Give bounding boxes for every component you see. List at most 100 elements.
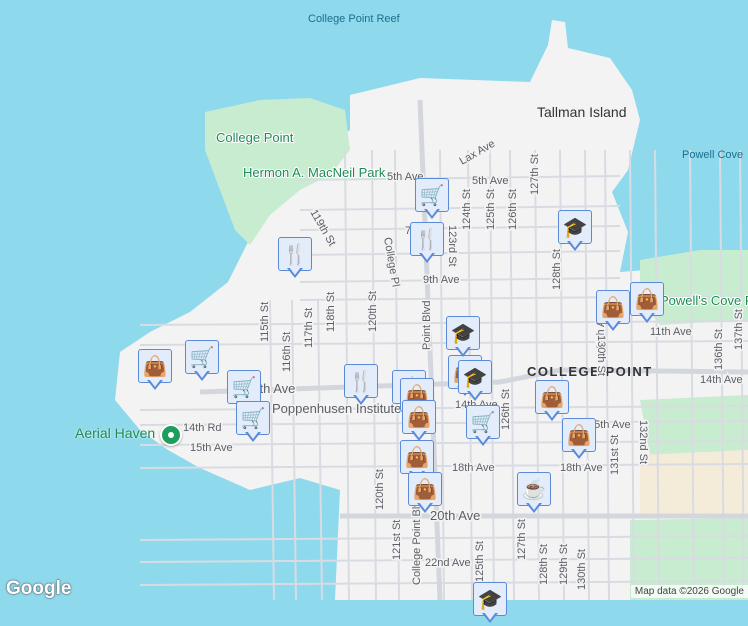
- street-label: 137th St: [733, 309, 745, 350]
- street-label: 117th St: [303, 308, 315, 348]
- marker-pointer: [571, 448, 587, 459]
- street-label: 9th Ave: [423, 274, 460, 286]
- marker-pointer: [147, 379, 163, 390]
- shopping-icon: 👜: [138, 349, 172, 383]
- street-label: 131st St: [609, 435, 621, 475]
- park-label: Hermon A. MacNeil Park: [243, 165, 386, 180]
- marker-pointer: [544, 410, 560, 421]
- marker-pointer: [482, 612, 498, 623]
- water-label: Powell Cove: [682, 149, 743, 161]
- street-label: 120th St: [374, 469, 386, 510]
- cart-marker[interactable]: 🛒: [466, 405, 502, 449]
- street-label: Point Blvd: [421, 300, 433, 350]
- water-label: College Point Reef: [308, 13, 401, 25]
- marker-pointer: [639, 312, 655, 323]
- street-label: 132nd St: [637, 420, 649, 464]
- street-label: 130th St: [595, 335, 607, 376]
- marker-pointer: [419, 252, 435, 263]
- cart-icon: 🛒: [227, 370, 261, 404]
- school-marker[interactable]: 🎓: [558, 210, 594, 254]
- street-label: 123rd St: [446, 225, 458, 267]
- restaurant-marker[interactable]: 🍴: [278, 237, 314, 281]
- school-marker[interactable]: 🎓: [458, 360, 494, 404]
- school-marker[interactable]: 🎓: [446, 316, 482, 360]
- google-logo: Google: [6, 578, 72, 599]
- park-area: [640, 395, 748, 455]
- school-icon: 🎓: [446, 316, 480, 350]
- street-label: 129th St: [558, 544, 570, 585]
- shopping-icon: 👜: [630, 282, 664, 316]
- cart-icon: 🛒: [415, 178, 449, 212]
- restaurant-icon: 🍴: [410, 222, 444, 256]
- shopping-icon: 👜: [535, 380, 569, 414]
- marker-pointer: [353, 394, 369, 405]
- cart-icon: 🛒: [466, 405, 500, 439]
- cart-marker[interactable]: 🛒: [185, 340, 221, 384]
- street-label: 136th St: [713, 329, 725, 370]
- marker-pointer: [424, 208, 440, 219]
- marker-pointer: [605, 320, 621, 331]
- school-icon: 🎓: [558, 210, 592, 244]
- shopping-marker[interactable]: 👜: [402, 400, 438, 444]
- street-label: 18th Ave: [560, 462, 603, 474]
- street-label: 14th Ave: [700, 374, 743, 386]
- shopping-marker[interactable]: 👜: [630, 282, 666, 326]
- street-label: 15th Ave: [190, 442, 233, 454]
- marker-pointer: [467, 390, 483, 401]
- marker-pointer: [455, 346, 471, 357]
- school-icon: 🎓: [458, 360, 492, 394]
- restaurant-marker[interactable]: 🍴: [344, 364, 380, 408]
- marker-pointer: [417, 502, 433, 513]
- cart-icon: 🛒: [236, 401, 270, 435]
- area-label: College Point: [216, 130, 294, 145]
- marker-pointer: [194, 370, 210, 381]
- marker-pointer: [526, 502, 542, 513]
- place-label[interactable]: Aerial Haven: [75, 425, 155, 441]
- street-label: Poppenhusen Institute: [272, 401, 401, 416]
- shopping-icon: 👜: [400, 440, 434, 474]
- restaurant-icon: 🍴: [278, 237, 312, 271]
- street-label: 5th Ave: [472, 175, 509, 187]
- attribution[interactable]: Map data ©2026 Google: [630, 585, 748, 598]
- marker-pointer: [411, 430, 427, 441]
- shopping-marker[interactable]: 👜: [596, 290, 632, 334]
- place-pin-icon[interactable]: [160, 424, 182, 446]
- street-label: 127th St: [529, 154, 541, 195]
- street-label: 126th St: [507, 189, 519, 230]
- marker-pointer: [567, 240, 583, 251]
- shopping-icon: 👜: [408, 472, 442, 506]
- street-label: 11th Ave: [650, 326, 692, 338]
- marker-pointer: [475, 435, 491, 446]
- marker-pointer: [287, 267, 303, 278]
- coffee-icon: ☕: [517, 472, 551, 506]
- street-label: 125th St: [485, 189, 497, 230]
- cart-icon: 🛒: [185, 340, 219, 374]
- park-label: Powell's Cove Park: [660, 293, 748, 308]
- school-marker[interactable]: 🎓: [473, 582, 509, 626]
- restaurant-marker[interactable]: 🍴: [410, 222, 446, 266]
- shopping-marker[interactable]: 👜: [138, 349, 174, 393]
- shopping-icon: 👜: [402, 400, 436, 434]
- street-label: 121st St: [391, 520, 403, 560]
- street-label: 116th St: [281, 332, 293, 372]
- neighborhood-label: COLLEGE POINT: [527, 364, 653, 379]
- street-label: 128th St: [551, 249, 563, 290]
- cart-marker[interactable]: 🛒: [236, 401, 272, 445]
- street-label: 127th St: [516, 519, 528, 560]
- street-label: 14th Rd: [183, 422, 222, 434]
- marker-pointer: [245, 431, 261, 442]
- cart-marker[interactable]: 🛒: [415, 178, 451, 222]
- street-label: 125th St: [474, 541, 486, 582]
- shopping-marker[interactable]: 👜: [408, 472, 444, 516]
- coffee-marker[interactable]: ☕: [517, 472, 553, 516]
- street-label: 18th Ave: [452, 462, 495, 474]
- street-label: 120th St: [367, 291, 379, 332]
- shopping-marker[interactable]: 👜: [562, 418, 598, 462]
- street-label: 118th St: [325, 292, 337, 332]
- street-label: 115th St: [259, 302, 271, 342]
- street-label: 130th St: [576, 549, 588, 590]
- shopping-icon: 👜: [562, 418, 596, 452]
- street-label: 22nd Ave: [425, 557, 471, 569]
- street-label: 124th St: [461, 189, 473, 230]
- restaurant-icon: 🍴: [344, 364, 378, 398]
